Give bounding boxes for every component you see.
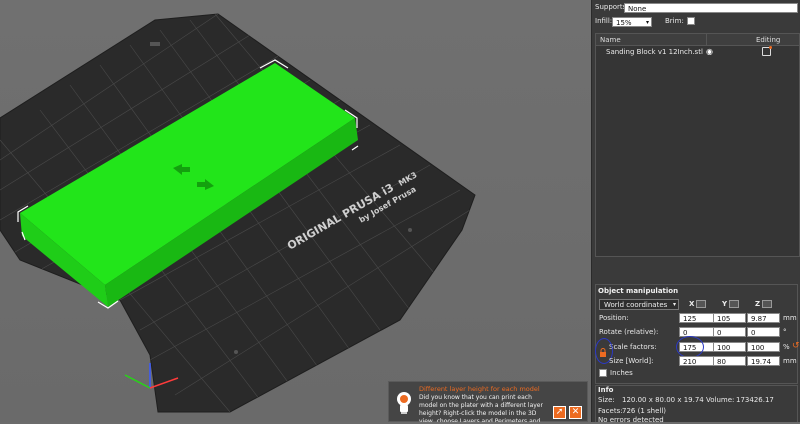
scale-unit: % bbox=[783, 343, 790, 351]
forward-icon: ➚ bbox=[555, 407, 564, 417]
axis-x-icon bbox=[696, 300, 707, 308]
size-unit: mm bbox=[783, 357, 797, 365]
bed-slot bbox=[150, 42, 160, 46]
size-label: Size [World]: bbox=[609, 357, 654, 365]
eye-icon[interactable]: ◉ bbox=[706, 47, 713, 56]
scale-y-input[interactable]: 100 bbox=[713, 342, 746, 352]
axis-y-label: Y bbox=[722, 300, 728, 308]
editing-column-header: Editing bbox=[756, 36, 781, 44]
infill-value: 15% bbox=[616, 19, 632, 27]
bed-hole bbox=[408, 228, 412, 232]
name-column-header: Name bbox=[600, 36, 621, 44]
axis-z-icon bbox=[762, 300, 773, 308]
position-y-input[interactable]: 105 bbox=[713, 313, 746, 323]
bed-scene: ORIGINAL PRUSA i3 MK3 by Josef Prusa bbox=[0, 13, 476, 413]
hint-next-button[interactable]: ➚ bbox=[553, 406, 566, 419]
position-label: Position: bbox=[599, 314, 629, 322]
rotate-x-input[interactable]: 0 bbox=[679, 327, 715, 337]
edit-icon[interactable] bbox=[762, 46, 772, 56]
info-volume-value: 173426.17 bbox=[736, 396, 774, 404]
supports-value: None bbox=[628, 5, 647, 13]
axis-x-label: X bbox=[689, 300, 695, 308]
info-size-value: 120.00 x 80.00 x 19.74 bbox=[622, 396, 704, 404]
hint-body: Did you know that you can print each mod… bbox=[419, 394, 543, 422]
axis-z-label: Z bbox=[755, 300, 761, 308]
scale-label: Scale factors: bbox=[609, 343, 657, 351]
hint-title: Different layer height for each model bbox=[419, 385, 540, 393]
right-panel: Supports: None Infill: 15% ▾ Brim: Name … bbox=[591, 0, 800, 424]
scale-z-input[interactable]: 100 bbox=[747, 342, 780, 352]
reset-scale-icon[interactable]: ↺ bbox=[792, 341, 800, 351]
bed-hole bbox=[234, 350, 238, 354]
3d-viewport[interactable]: ORIGINAL PRUSA i3 MK3 by Josef Prusa Dif… bbox=[0, 0, 591, 422]
position-unit: mm bbox=[783, 314, 797, 322]
chevron-down-icon: ▾ bbox=[672, 301, 676, 308]
object-name: Sanding Block v1 12Inch.stl bbox=[606, 48, 703, 56]
axis-y-icon bbox=[729, 300, 740, 308]
position-z-input[interactable]: 9.87 bbox=[747, 313, 780, 323]
info-volume-label: Volume: bbox=[706, 396, 735, 404]
rotate-z-input[interactable]: 0 bbox=[747, 327, 780, 337]
info-size-label: Size: bbox=[598, 396, 615, 404]
size-y-input[interactable]: 80 bbox=[713, 356, 746, 366]
rotate-label: Rotate (relative): bbox=[599, 328, 659, 336]
info-title: Info bbox=[598, 386, 614, 394]
annotation-circle bbox=[676, 336, 704, 358]
object-manipulation-title: Object manipulation bbox=[598, 287, 679, 295]
rotate-y-input[interactable]: 0 bbox=[713, 327, 746, 337]
lightbulb-icon bbox=[395, 390, 413, 416]
rotate-unit: ° bbox=[783, 328, 787, 336]
brim-checkbox[interactable] bbox=[686, 17, 695, 25]
info-facets-label: Facets: bbox=[598, 407, 623, 415]
hint-close-button[interactable]: ✕ bbox=[569, 406, 582, 419]
infill-select[interactable]: 15% ▾ bbox=[612, 17, 652, 27]
supports-select[interactable]: None bbox=[624, 3, 798, 13]
position-x-input[interactable]: 125 bbox=[679, 313, 715, 323]
info-facets-value: 726 (1 shell) bbox=[622, 407, 667, 415]
object-list-header: Name Editing bbox=[596, 34, 799, 46]
info-errors: No errors detected bbox=[598, 416, 664, 424]
hint-notification: Different layer height for each model Di… bbox=[388, 381, 588, 422]
infill-label: Infill: bbox=[595, 17, 613, 25]
chevron-down-icon: ▾ bbox=[645, 19, 649, 26]
inches-label: Inches bbox=[610, 369, 633, 377]
coordinate-system-value: World coordinates bbox=[604, 301, 668, 309]
object-list: Name Editing Sanding Block v1 12Inch.stl… bbox=[595, 33, 800, 257]
object-row[interactable]: Sanding Block v1 12Inch.stl ◉ bbox=[596, 46, 799, 58]
inches-checkbox[interactable] bbox=[599, 369, 607, 377]
size-z-input[interactable]: 19.74 bbox=[747, 356, 780, 366]
size-x-input[interactable]: 210 bbox=[679, 356, 715, 366]
close-icon: ✕ bbox=[571, 407, 580, 417]
coordinate-system-select[interactable]: World coordinates ▾ bbox=[599, 299, 679, 310]
brim-label: Brim: bbox=[665, 17, 684, 25]
